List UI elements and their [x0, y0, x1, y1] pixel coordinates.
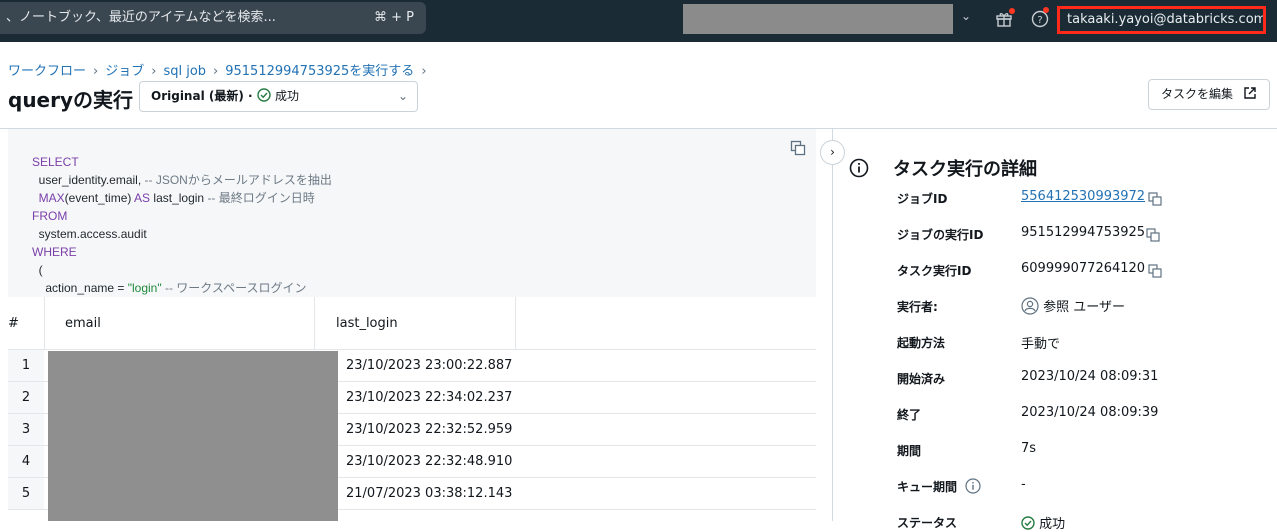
gift-notification-dot	[1009, 8, 1015, 14]
copy-icon[interactable]	[790, 140, 806, 156]
chevron-down-icon[interactable]: ⌄	[961, 9, 971, 23]
page-title: queryの実行	[8, 88, 134, 112]
code-token: (	[32, 263, 43, 277]
external-link-icon	[1244, 87, 1256, 99]
search-shortcut: ⌘ + P	[374, 10, 414, 25]
chevron-down-icon: ⌄	[397, 89, 408, 103]
run-status: 成功	[274, 89, 299, 103]
code-token: action_name =	[32, 281, 128, 295]
info-icon	[849, 158, 869, 178]
detail-value: 2023/10/24 08:09:31	[1021, 369, 1159, 384]
search-input[interactable]: 、ノートブック、最近のアイテムなどを検索... ⌘ + P	[0, 2, 426, 34]
detail-label: ジョブID	[897, 192, 948, 206]
chevron-right-icon: ›	[421, 64, 427, 79]
column-header-email[interactable]: email	[65, 297, 101, 350]
breadcrumb: ワークフロー › ジョブ › sql job › 951512994753925を実行する ›	[8, 60, 434, 79]
cell-last-login: 23/10/2023 22:32:48.910	[346, 454, 513, 469]
detail-value: 609999077264120	[1021, 261, 1146, 276]
detail-label: 実行者:	[897, 300, 938, 314]
detail-value-run-as: 参照 ユーザー	[1021, 296, 1125, 315]
chevron-right-icon: ›	[151, 64, 157, 79]
copy-icon[interactable]	[1148, 264, 1162, 278]
svg-text:?: ?	[1037, 15, 1042, 26]
row-number: 2	[8, 382, 44, 413]
detail-value: 2023/10/24 08:09:39	[1021, 405, 1159, 420]
queue-duration-label: キュー期間	[897, 478, 981, 495]
row-number: 1	[8, 350, 44, 381]
edit-task-button[interactable]: タスクを編集	[1148, 79, 1270, 110]
breadcrumb-job[interactable]: sql job	[163, 64, 206, 79]
detail-value: 7s	[1021, 441, 1037, 456]
user-email: takaaki.yayoi@databricks.com	[1067, 12, 1266, 27]
row-number: 5	[8, 478, 44, 509]
code-token: user_identity.email,	[32, 173, 145, 187]
detail-value-status: 成功	[1021, 513, 1065, 532]
cell-last-login: 23/10/2023 22:32:52.959	[346, 422, 513, 437]
detail-label: 期間	[897, 444, 922, 458]
detail-label: タスク実行ID	[897, 264, 972, 278]
copy-icon[interactable]	[1146, 228, 1160, 242]
code-comment: -- JSONからメールアドレスを抽出	[144, 173, 332, 187]
chevron-right-icon: ›	[93, 64, 99, 79]
table-header: # email last_login	[8, 297, 816, 350]
status-text: 成功	[1039, 517, 1066, 532]
run-selector[interactable]: Original (最新) · 成功 ⌄	[139, 81, 418, 112]
breadcrumb-jobs[interactable]: ジョブ	[105, 64, 144, 79]
detail-value: 951512994753925	[1021, 225, 1146, 240]
detail-label: 起動方法	[897, 336, 946, 350]
sql-code-block: SELECT user_identity.email, -- JSONからメール…	[8, 129, 816, 297]
code-token: SELECT	[32, 155, 79, 169]
code-comment: -- 最終ログイン日時	[207, 191, 315, 205]
cell-last-login: 23/10/2023 23:00:22.887	[346, 358, 513, 373]
column-divider	[314, 297, 315, 350]
collapse-panel-button[interactable]: ›	[820, 140, 845, 165]
run-as-user: 参照 ユーザー	[1043, 300, 1126, 315]
code-comment: -- ワークスペースログイン	[161, 281, 307, 295]
code-token: MAX	[32, 191, 65, 205]
column-divider	[44, 297, 45, 350]
top-bar: 、ノートブック、最近のアイテムなどを検索... ⌘ + P ⌄ ? takaak…	[0, 0, 1277, 42]
code-token: last_login	[150, 191, 208, 205]
detail-label: ステータス	[897, 516, 958, 530]
help-notification-dot	[1043, 7, 1049, 13]
cell-last-login: 21/07/2023 03:38:12.143	[346, 486, 513, 501]
code-token: WHERE	[32, 245, 77, 259]
check-circle-icon	[1021, 516, 1035, 530]
column-header-index: #	[8, 316, 19, 331]
detail-label: キュー期間	[897, 480, 958, 494]
sql-code: SELECT user_identity.email, -- JSONからメール…	[32, 153, 332, 297]
chevron-right-icon: ›	[830, 145, 835, 159]
breadcrumb-run[interactable]: 951512994753925を実行する	[225, 64, 414, 79]
job-id-link[interactable]: 556412530993972	[1021, 189, 1145, 204]
code-token: (event_time)	[64, 191, 135, 205]
breadcrumb-workflows[interactable]: ワークフロー	[8, 64, 86, 79]
info-icon[interactable]	[965, 478, 981, 494]
detail-label: 終了	[897, 408, 922, 422]
edit-task-label: タスクを編集	[1161, 87, 1234, 101]
workspace-selector[interactable]	[683, 4, 953, 34]
chevron-right-icon: ›	[213, 64, 219, 79]
detail-value: -	[1021, 477, 1026, 492]
panel-divider	[832, 129, 833, 521]
run-selector-label: Original (最新) ·	[151, 89, 253, 103]
details-title: タスク実行の詳細	[893, 159, 1037, 180]
copy-icon[interactable]	[1148, 192, 1162, 206]
code-token: FROM	[32, 209, 68, 223]
detail-label: ジョブの実行ID	[897, 228, 984, 242]
redacted-email-column	[48, 351, 338, 521]
code-string: "login"	[127, 281, 162, 295]
detail-label: 開始済み	[897, 372, 946, 386]
column-header-last-login[interactable]: last_login	[336, 297, 398, 350]
code-token: AS	[134, 191, 151, 205]
row-number: 4	[8, 446, 44, 477]
column-divider	[515, 297, 516, 350]
user-icon	[1021, 297, 1039, 315]
detail-value: 手動で	[1021, 337, 1061, 352]
cell-last-login: 23/10/2023 22:34:02.237	[346, 390, 513, 405]
search-placeholder: 、ノートブック、最近のアイテムなどを検索...	[6, 10, 276, 25]
code-token: system.access.audit	[32, 227, 147, 241]
user-menu[interactable]: takaaki.yayoi@databricks.com	[1057, 6, 1266, 34]
check-circle-icon	[257, 88, 271, 102]
row-number: 3	[8, 414, 44, 445]
